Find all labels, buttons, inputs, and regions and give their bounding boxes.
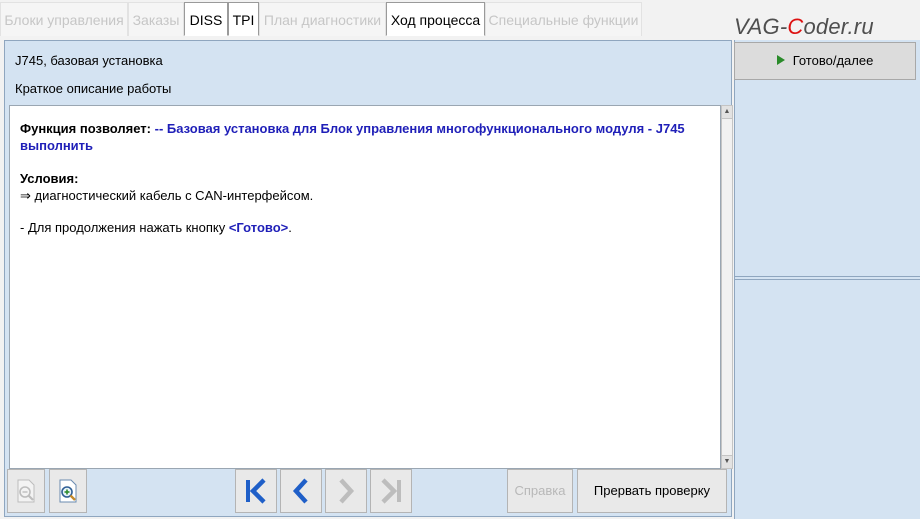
tab-special-functions[interactable]: Специальные функции [485, 2, 642, 36]
skip-to-end-icon [381, 478, 401, 504]
condition-text: диагностический кабель с CAN-интерфейсом… [34, 188, 314, 203]
function-label: Функция позволяет: [20, 121, 151, 136]
zoom-out-icon [17, 479, 35, 503]
abort-test-button[interactable]: Прервать проверку [577, 469, 727, 513]
tab-diss[interactable]: DISS [184, 2, 228, 36]
description-pane: Функция позволяет: -- Базовая установка … [9, 105, 721, 469]
first-page-button[interactable] [235, 469, 277, 513]
scroll-up-icon[interactable]: ▲ [722, 106, 732, 119]
scroll-down-icon[interactable]: ▼ [722, 455, 732, 468]
right-panel-divider-1 [734, 276, 920, 277]
tab-tpi[interactable]: TPI [228, 2, 259, 36]
right-panel-divider-2 [734, 279, 920, 280]
main-panel: J745, базовая установка Краткое описание… [4, 40, 733, 517]
next-page-button[interactable] [325, 469, 367, 513]
zoom-in-button[interactable] [49, 469, 87, 513]
done-next-button[interactable]: Готово/далее [734, 42, 916, 80]
tab-orders[interactable]: Заказы [128, 2, 184, 36]
last-page-button[interactable] [370, 469, 412, 513]
conditions-label: Условия: [20, 171, 79, 186]
tab-control-units[interactable]: Блоки управления [0, 2, 128, 36]
chevron-right-icon [339, 478, 355, 504]
site-watermark: VAG-Coder.ru [734, 14, 874, 39]
page-subtitle: Краткое описание работы [15, 81, 172, 96]
tab-process[interactable]: Ход процесса [386, 2, 485, 36]
description-text: Функция позволяет: -- Базовая установка … [20, 120, 710, 236]
tab-diagnostic-plan[interactable]: План диагностики [259, 2, 386, 36]
play-icon [776, 55, 785, 65]
previous-page-button[interactable] [280, 469, 322, 513]
zoom-in-icon [59, 479, 77, 503]
zoom-out-button[interactable] [7, 469, 45, 513]
instruction-suffix: . [288, 220, 292, 235]
arrow-icon: ⇒ [20, 188, 31, 203]
vertical-scrollbar[interactable]: ▲ ▼ [721, 105, 733, 469]
right-panel: Готово/далее [734, 40, 920, 519]
skip-to-start-icon [246, 478, 266, 504]
instruction-text: - Для продолжения нажать кнопку [20, 220, 226, 235]
chevron-left-icon [292, 478, 308, 504]
done-next-label: Готово/далее [792, 53, 874, 68]
instruction-button-ref: <Готово> [228, 220, 289, 235]
tab-bar: Блоки управления Заказы DISS TPI План ди… [0, 0, 920, 39]
help-button[interactable]: Справка [507, 469, 573, 513]
page-title: J745, базовая установка [15, 53, 163, 68]
